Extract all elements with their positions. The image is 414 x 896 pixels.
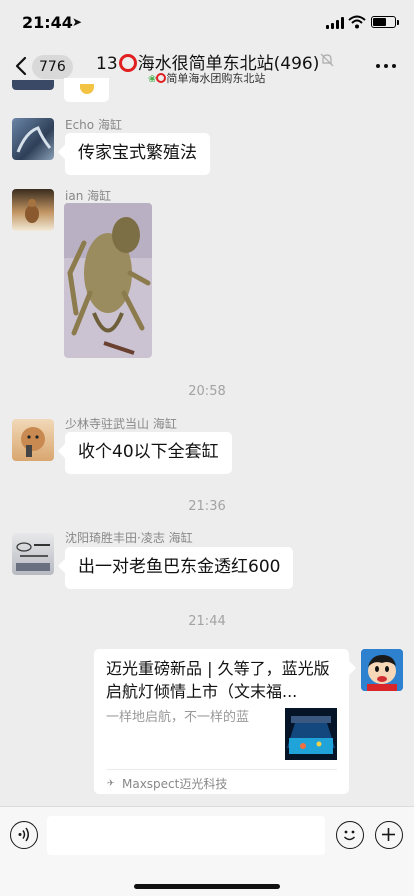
avatar[interactable] — [12, 419, 54, 461]
status-bar: 21:44 ➤ — [0, 0, 414, 44]
bell-muted-icon — [320, 53, 334, 67]
divider — [106, 769, 337, 770]
more-dots-icon[interactable] — [376, 64, 396, 70]
sender-name: 沈阳琦胜丰田·凌志 海缸 — [65, 531, 193, 545]
time-separator: 21:44 — [188, 614, 226, 629]
avatar[interactable] — [361, 649, 403, 691]
link-card-source: Maxspect迈光科技 — [122, 777, 228, 791]
message-input[interactable] — [47, 816, 325, 855]
avatar[interactable] — [12, 533, 54, 575]
home-indicator — [134, 884, 280, 889]
emoji-icon[interactable] — [336, 821, 364, 849]
status-time: 21:44 — [22, 13, 73, 32]
plus-icon[interactable] — [375, 821, 403, 849]
message-bubble[interactable]: 传家宝式繁殖法 — [65, 133, 210, 175]
avatar[interactable] — [12, 118, 54, 160]
voice-icon[interactable] — [10, 821, 38, 849]
image-message[interactable] — [64, 203, 152, 358]
avatar[interactable] — [12, 189, 54, 231]
chat-nav-bar: 776 13 海水很简单东北站(496) ❀ 简单海水团购东北站 — [0, 44, 414, 90]
red-circle-icon — [118, 54, 137, 72]
location-arrow-icon: ➤ — [72, 15, 83, 29]
chevron-left-icon[interactable] — [14, 56, 28, 76]
message-bubble[interactable]: 收个40以下全套缸 — [65, 432, 232, 474]
chat-input-bar — [0, 806, 414, 896]
cellular-signal-icon — [326, 17, 344, 29]
message-bubble[interactable]: 出一对老鱼巴东金透红600 — [65, 547, 294, 589]
sender-name: Echo 海缸 — [65, 118, 122, 132]
red-circle-icon — [156, 73, 167, 83]
sender-name: 少林寺驻武当山 海缸 — [65, 417, 177, 431]
unread-count-badge[interactable]: 776 — [32, 55, 73, 79]
sender-name: ian 海缸 — [65, 189, 112, 203]
link-card[interactable]: 迈光重磅新品 | 久等了，蓝光版启航灯倾情上市（文末福... 一样地启航，不一样… — [94, 649, 349, 794]
mini-program-icon: ✈ — [107, 779, 115, 789]
chat-title-prefix: 13 — [96, 54, 118, 74]
time-separator: 21:36 — [188, 499, 226, 514]
avatar[interactable] — [12, 80, 54, 90]
aquarium-light-thumbnail — [285, 708, 337, 760]
chat-subtitle: ❀ 简单海水团购东北站 — [148, 70, 265, 86]
wifi-icon — [348, 15, 366, 29]
chat-subtitle-text: 简单海水团购东北站 — [166, 72, 266, 85]
link-card-title: 迈光重磅新品 | 久等了，蓝光版启航灯倾情上市（文末福... — [106, 659, 330, 701]
leaf-icon: ❀ — [148, 74, 157, 85]
time-separator: 20:58 — [188, 384, 226, 399]
link-card-description: 一样地启航，不一样的蓝 — [106, 710, 250, 725]
battery-icon — [371, 16, 399, 28]
